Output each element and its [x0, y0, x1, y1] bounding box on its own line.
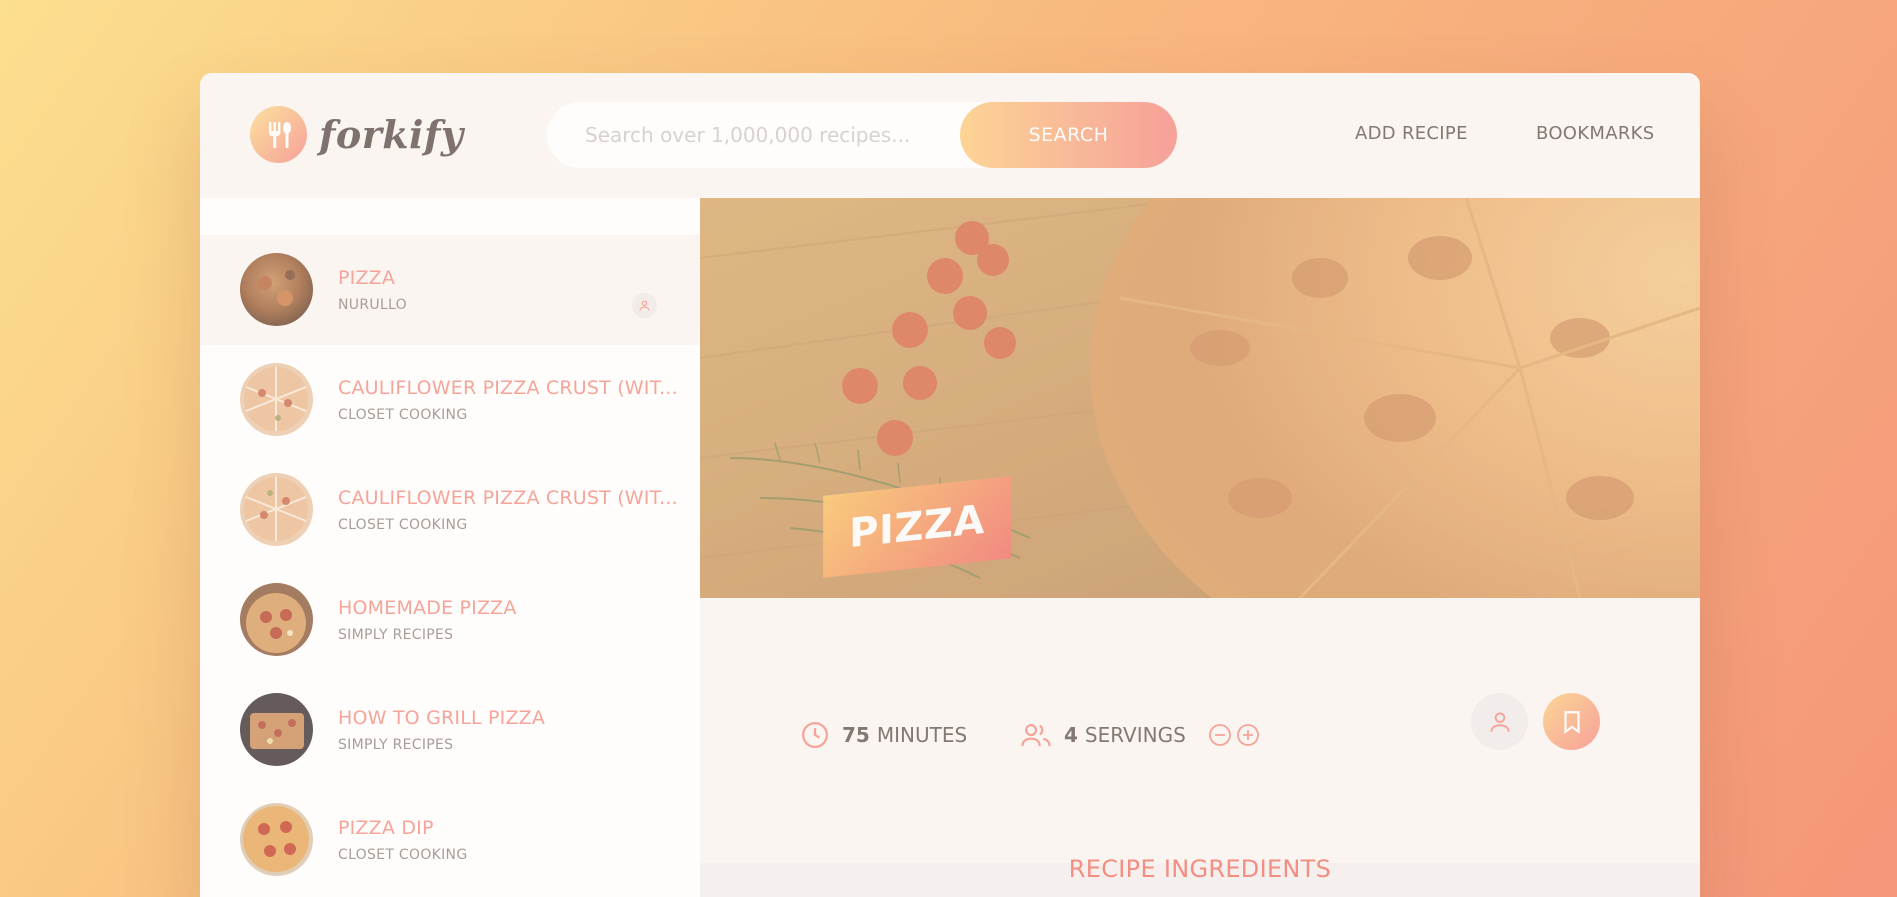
user-icon: [1489, 711, 1510, 732]
result-title: CAULIFLOWER PIZZA CRUST (WIT...: [338, 487, 678, 509]
result-item[interactable]: PIZZA NURULLO: [200, 235, 700, 345]
search-input[interactable]: [585, 123, 945, 147]
minutes-value: 75: [842, 723, 870, 747]
result-publisher: CLOSET COOKING: [338, 407, 468, 423]
logo-text: forkify: [319, 112, 464, 157]
result-publisher: CLOSET COOKING: [338, 517, 468, 533]
ingredients-heading: RECIPE INGREDIENTS: [1068, 855, 1332, 883]
search-results: PIZZA NURULLO CAULIFLOWER PIZZA CRUST (W…: [200, 198, 700, 897]
clock-icon: [802, 722, 828, 748]
result-title: PIZZA: [338, 267, 396, 289]
users-icon: [1021, 724, 1051, 747]
result-item[interactable]: HOMEMADE PIZZA SIMPLY RECIPES: [200, 565, 700, 675]
servings-label: SERVINGS: [1084, 723, 1186, 747]
minus-circle-icon[interactable]: [1208, 723, 1232, 747]
search-form: SEARCH: [547, 102, 1177, 168]
bookmarks-button[interactable]: BOOKMARKS: [1536, 123, 1654, 144]
recipe-thumbnail: [240, 363, 313, 436]
header: forkify SEARCH ADD RECIPE BOOKMARKS: [200, 73, 1700, 198]
result-item[interactable]: HOW TO GRILL PIZZA SIMPLY RECIPES: [200, 675, 700, 785]
user-generated-badge: [1471, 693, 1528, 750]
recipe-servings: 4 SERVINGS: [1020, 720, 1260, 750]
bookmark-icon: [1563, 710, 1580, 734]
result-publisher: SIMPLY RECIPES: [338, 627, 454, 643]
recipe-thumbnail: [240, 473, 313, 546]
recipe-thumbnail: [240, 803, 313, 876]
bookmark-button[interactable]: [1543, 693, 1600, 750]
result-publisher: NURULLO: [338, 297, 407, 313]
plus-circle-icon[interactable]: [1236, 723, 1260, 747]
result-title: HOW TO GRILL PIZZA: [338, 707, 546, 729]
recipe-thumbnail: [240, 253, 313, 326]
recipe-thumbnail: [240, 693, 313, 766]
result-item[interactable]: PIZZA DIP CLOSET COOKING: [200, 785, 700, 895]
logo[interactable]: forkify: [250, 106, 463, 163]
result-publisher: SIMPLY RECIPES: [338, 737, 454, 753]
minutes-label: MINUTES: [876, 723, 968, 747]
fork-spoon-icon: [250, 106, 307, 163]
add-recipe-button[interactable]: ADD RECIPE: [1355, 123, 1468, 144]
search-button[interactable]: SEARCH: [960, 102, 1177, 168]
result-item[interactable]: CAULIFLOWER PIZZA CRUST (WIT... CLOSET C…: [200, 345, 700, 455]
recipe-thumbnail: [240, 583, 313, 656]
result-item[interactable]: CAULIFLOWER PIZZA CRUST (WIT... CLOSET C…: [200, 455, 700, 565]
recipe-details: 75 MINUTES 4 SERVINGS: [700, 598, 1700, 863]
user-icon: [632, 293, 657, 318]
servings-value: 4: [1064, 723, 1078, 747]
result-title: PIZZA DIP: [338, 817, 434, 839]
result-title: CAULIFLOWER PIZZA CRUST (WIT...: [338, 377, 678, 399]
result-title: HOMEMADE PIZZA: [338, 597, 517, 619]
result-publisher: CLOSET COOKING: [338, 847, 468, 863]
recipe-duration: 75 MINUTES: [800, 720, 967, 750]
